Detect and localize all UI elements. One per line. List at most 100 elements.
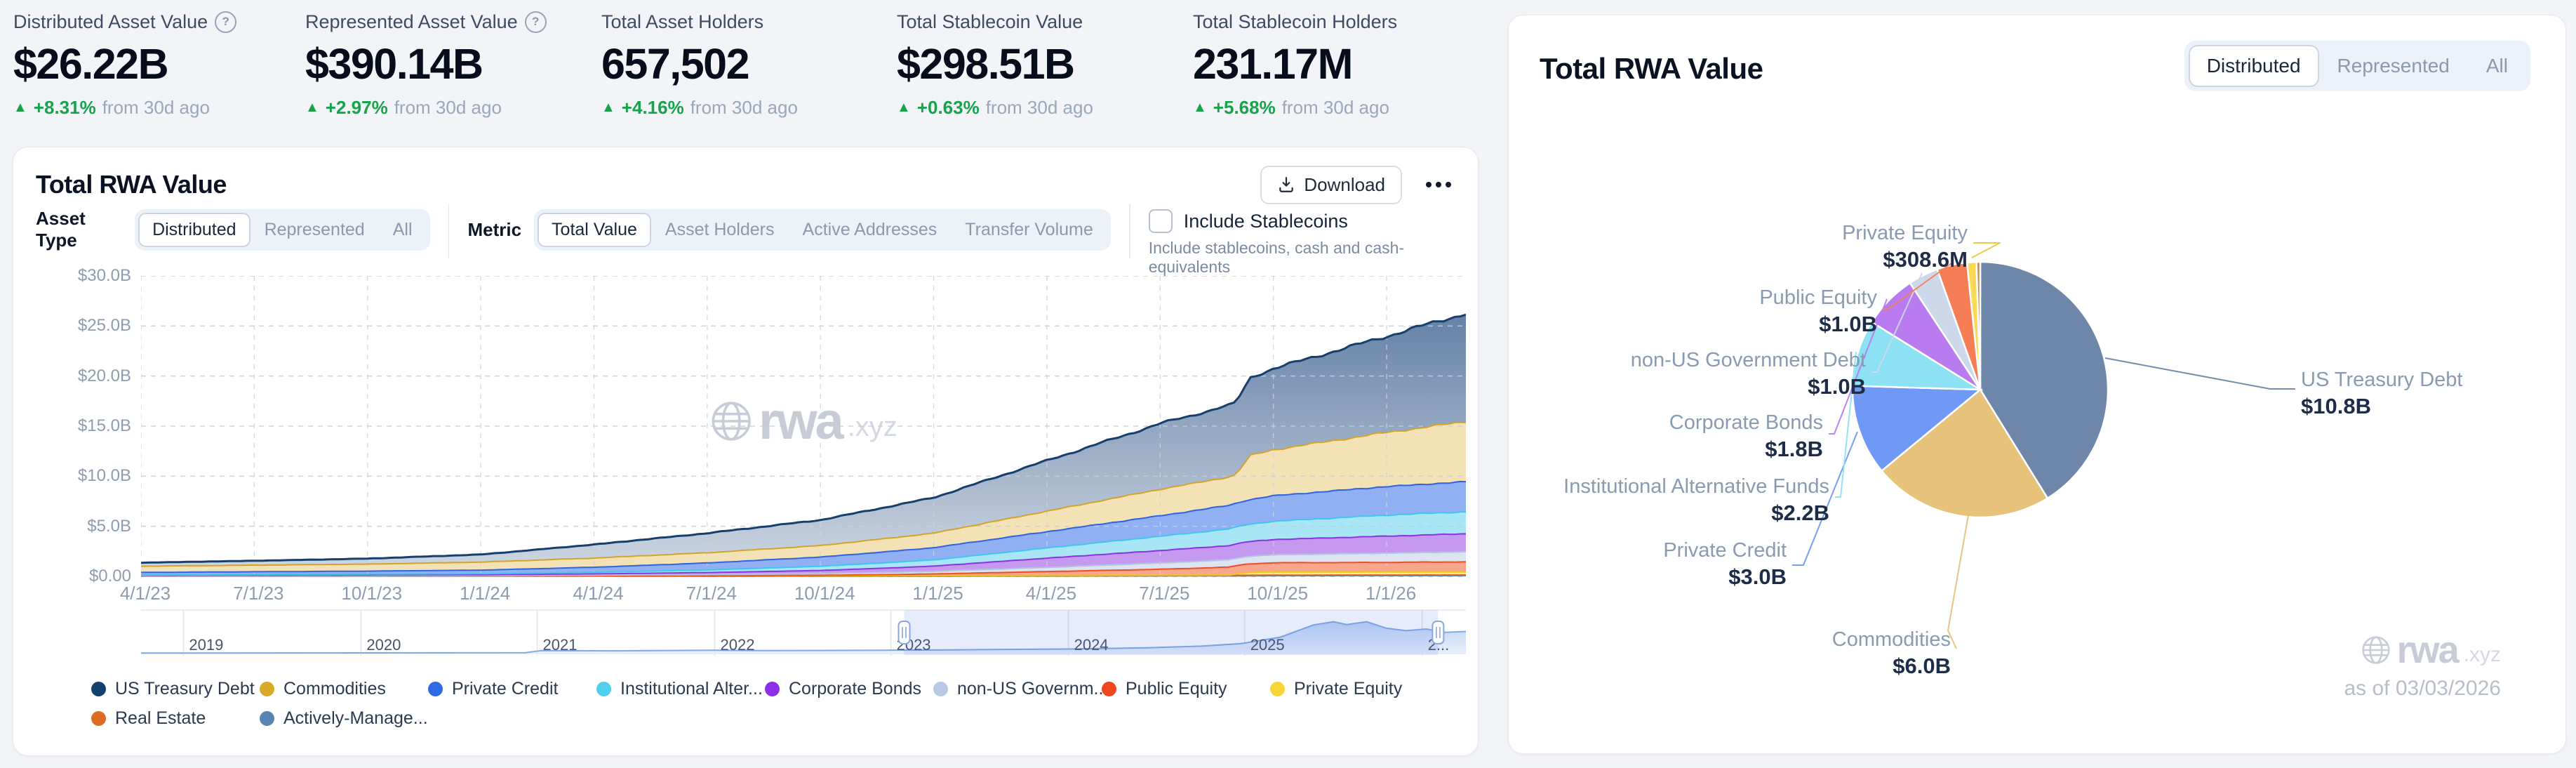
- pie-label-private-equity: Private Equity$308.6M: [1842, 220, 1968, 274]
- x-axis-label: 7/1/25: [1115, 583, 1213, 604]
- asset-type-option-represented[interactable]: Represented: [251, 213, 379, 247]
- x-axis-label: 4/1/24: [549, 583, 647, 604]
- brush-selection[interactable]: [905, 610, 1439, 655]
- stat-label: Total Stablecoin Value: [897, 11, 1083, 33]
- legend-item-private-credit[interactable]: Private Credit: [428, 677, 558, 701]
- asset-type-option-all[interactable]: All: [379, 213, 427, 247]
- stacked-area-chart[interactable]: [141, 276, 1466, 580]
- stat-delta: ▲ +5.68% from 30d ago: [1193, 97, 1397, 119]
- metric-option-active-addresses[interactable]: Active Addresses: [789, 213, 952, 247]
- pie-card-footer: rwa .xyz as of 03/03/2026: [2344, 632, 2501, 701]
- legend-item-private-equity[interactable]: Private Equity: [1270, 677, 1402, 701]
- pie-toggle-option-represented[interactable]: Represented: [2319, 45, 2468, 87]
- pie-card-toggle: DistributedRepresentedAll: [2184, 41, 2530, 91]
- x-axis-label: 1/1/26: [1342, 583, 1440, 604]
- stat-delta-pct: +8.31%: [34, 97, 96, 119]
- up-triangle-icon: ▲: [897, 100, 911, 116]
- legend-item-commodities[interactable]: Commodities: [260, 677, 386, 701]
- stat-label-row: Total Stablecoin Holders: [1193, 10, 1397, 34]
- legend-item-public-equity[interactable]: Public Equity: [1102, 677, 1227, 701]
- up-triangle-icon: ▲: [305, 100, 319, 116]
- x-axis-label: 7/1/23: [209, 583, 307, 604]
- more-menu-button[interactable]: [1420, 176, 1457, 193]
- legend-dot: [91, 711, 106, 726]
- stat-value: $390.14B: [305, 41, 547, 87]
- asset-type-segmented: DistributedRepresentedAll: [135, 209, 429, 251]
- pie-label-value: $1.0B: [1759, 310, 1877, 338]
- pie-label-value: $1.0B: [1631, 373, 1866, 401]
- x-axis-label: 4/1/25: [1002, 583, 1100, 604]
- pie-label-name: Private Equity: [1842, 220, 1968, 246]
- watermark-tld: .xyz: [2464, 643, 2501, 668]
- metric-option-asset-holders[interactable]: Asset Holders: [651, 213, 789, 247]
- stat-delta: ▲+8.31%from 30d ago: [13, 97, 236, 119]
- y-axis-label: $20.0B: [18, 366, 131, 386]
- legend-dot: [428, 682, 443, 696]
- legend-label: Private Equity: [1294, 679, 1402, 699]
- svg-text:2019: 2019: [189, 636, 223, 654]
- brush-handle-left[interactable]: [899, 621, 910, 644]
- pie-label-value: $308.6M: [1842, 246, 1968, 274]
- x-axis-label: 1/1/25: [889, 583, 987, 604]
- metric-label: Metric: [467, 219, 521, 241]
- legend-label: non-US Governm...: [957, 679, 1108, 699]
- legend-label: US Treasury Debt: [115, 679, 255, 699]
- legend-dot: [260, 711, 274, 726]
- metric-option-total-value[interactable]: Total Value: [538, 213, 651, 247]
- include-stablecoins-label: Include Stablecoins: [1184, 211, 1348, 232]
- legend-item-corporate-bonds[interactable]: Corporate Bonds: [765, 677, 921, 701]
- chart-card-title: Total RWA Value: [36, 170, 227, 199]
- stat-value: 231.17M: [1193, 41, 1397, 87]
- legend-dot: [765, 682, 780, 696]
- metric-option-transfer-volume[interactable]: Transfer Volume: [951, 213, 1107, 247]
- pie-label-private-credit: Private Credit$3.0B: [1663, 538, 1787, 591]
- help-icon[interactable]: ?: [215, 11, 236, 33]
- chart-card-actions: Download: [1260, 166, 1457, 204]
- x-axis-label: 10/1/25: [1229, 583, 1327, 604]
- download-button[interactable]: Download: [1260, 166, 1402, 204]
- include-stablecoins-checkbox[interactable]: [1149, 209, 1173, 233]
- stat-value: $26.22B: [13, 41, 236, 87]
- chart-card-header: Total RWA Value Download: [36, 163, 1457, 206]
- stat-card: Total Stablecoin Value $298.51B ▲+0.63%fro…: [897, 10, 1093, 119]
- y-axis-label: $10.0B: [18, 466, 131, 486]
- x-axis-label: 10/1/23: [323, 583, 421, 604]
- legend-item-us-treasury-debt[interactable]: US Treasury Debt: [91, 677, 255, 701]
- stat-label: Distributed Asset Value: [13, 11, 208, 33]
- legend-dot: [260, 682, 274, 696]
- stat-label: Total Stablecoin Holders: [1193, 11, 1397, 33]
- rwa-watermark: rwa .xyz: [2361, 632, 2501, 668]
- svg-text:2021: 2021: [543, 636, 578, 654]
- brush-handle-right[interactable]: [1432, 621, 1443, 644]
- pie-label-value: $6.0B: [1832, 652, 1951, 680]
- legend-item-non-us-governm-[interactable]: non-US Governm...: [933, 677, 1108, 701]
- y-axis-label: $25.0B: [18, 316, 131, 336]
- pie-label-corporate-bonds: Corporate Bonds$1.8B: [1669, 410, 1823, 463]
- time-range-brush[interactable]: 20192020202120222023202420252...: [141, 609, 1466, 656]
- legend-label: Actively-Manage...: [283, 708, 428, 729]
- legend-dot: [933, 682, 948, 696]
- stat-delta-pct: +5.68%: [1213, 97, 1276, 119]
- legend-dot: [91, 682, 106, 696]
- stat-value: $298.51B: [897, 41, 1093, 87]
- pie-label-name: Public Equity: [1759, 285, 1877, 310]
- x-axis-label: 7/1/24: [662, 583, 761, 604]
- up-triangle-icon: ▲: [1193, 100, 1207, 116]
- asset-type-label: Asset Type: [36, 208, 122, 251]
- stat-delta-suffix: from 30d ago: [1282, 97, 1389, 119]
- pie-toggle-option-distributed[interactable]: Distributed: [2189, 45, 2319, 87]
- stat-label: Total Asset Holders: [601, 11, 763, 33]
- help-icon[interactable]: ?: [525, 11, 547, 33]
- legend-item-institutional-alter-[interactable]: Institutional Alter...: [596, 677, 763, 701]
- stat-delta-suffix: from 30d ago: [394, 97, 502, 119]
- asset-type-option-distributed[interactable]: Distributed: [138, 213, 251, 247]
- legend-item-real-estate[interactable]: Real Estate: [91, 706, 206, 730]
- stat-label: Represented Asset Value: [305, 11, 518, 33]
- stat-card: Total Asset Holders657,502▲+4.16%from 30…: [601, 10, 798, 119]
- pie-label-name: Private Credit: [1663, 538, 1787, 563]
- pie-toggle-option-all[interactable]: All: [2468, 45, 2526, 87]
- stat-delta: ▲+0.63%from 30d ago: [897, 97, 1093, 119]
- legend-item-actively-manage-[interactable]: Actively-Manage...: [260, 706, 428, 730]
- include-stablecoins-group: Include Stablecoins Include stablecoins,…: [1149, 209, 1478, 277]
- legend-label: Corporate Bonds: [789, 679, 921, 699]
